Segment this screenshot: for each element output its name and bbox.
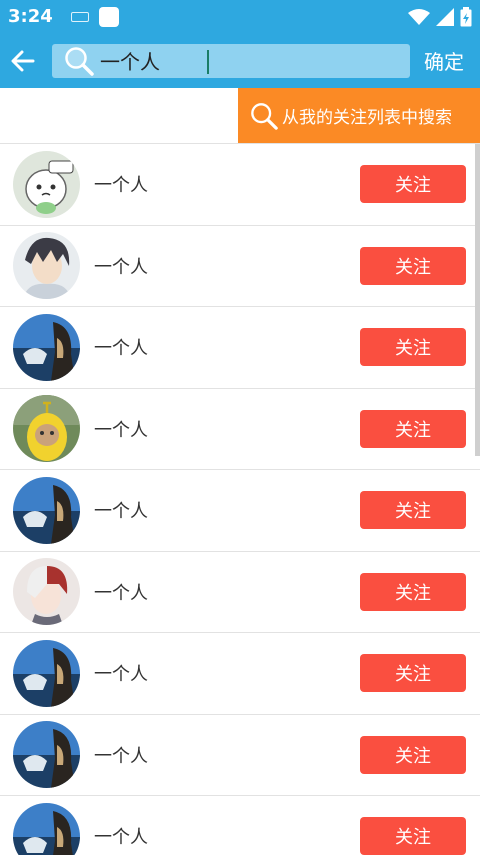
follow-button[interactable]: 关注 (360, 735, 466, 774)
user-name: 一个人 (94, 256, 148, 278)
user-name: 一个人 (94, 419, 148, 441)
sea-scene-avatar-icon[interactable] (13, 313, 80, 381)
wifi-icon (408, 8, 430, 25)
user-name: 一个人 (94, 745, 148, 767)
search-input[interactable] (100, 44, 390, 77)
user-row[interactable]: 一个人 关注 (0, 470, 480, 552)
back-button[interactable] (0, 33, 46, 88)
app-notification-icon (98, 6, 119, 27)
follow-button[interactable]: 关注 (360, 409, 466, 448)
user-row[interactable]: 一个人 关注 (0, 796, 480, 855)
search-users-screen: 3:24 一个人 确定 从我的关注列表中搜索 一个人 关注 一个人 关注 一个人… (0, 0, 480, 855)
sea-scene-avatar-icon[interactable] (13, 476, 80, 544)
user-name: 一个人 (94, 582, 148, 604)
user-name: 一个人 (94, 664, 148, 686)
follow-button[interactable]: 关注 (360, 572, 466, 611)
battery-icon (460, 6, 472, 26)
user-row[interactable]: 一个人 关注 (0, 552, 480, 633)
follow-search-bar: 从我的关注列表中搜索 (0, 88, 480, 144)
user-row[interactable]: 一个人 关注 (0, 715, 480, 796)
search-in-following-label: 从我的关注列表中搜索 (282, 108, 452, 128)
user-row[interactable]: 一个人 关注 (0, 226, 480, 307)
cartoon-egg-avatar-icon[interactable] (13, 150, 80, 218)
status-time: 3:24 (8, 6, 53, 27)
follow-button[interactable]: 关注 (360, 328, 466, 366)
follow-button[interactable]: 关注 (360, 817, 466, 855)
user-row[interactable]: 一个人 关注 (0, 633, 480, 715)
search-icon (65, 46, 94, 76)
follow-button[interactable]: 关注 (360, 654, 466, 692)
user-name: 一个人 (94, 338, 148, 360)
signal-icon (436, 7, 454, 26)
sea-scene-avatar-icon[interactable] (13, 802, 80, 855)
keyboard-icon (70, 11, 89, 22)
search-in-following-button[interactable]: 从我的关注列表中搜索 (238, 88, 480, 143)
scrollbar[interactable] (475, 144, 480, 456)
user-name: 一个人 (94, 827, 148, 849)
search-toolbar: 确定 (0, 33, 480, 88)
search-box (52, 43, 410, 78)
follow-button[interactable]: 关注 (360, 165, 466, 203)
anime-boy-avatar-icon[interactable] (13, 232, 80, 300)
user-name: 一个人 (94, 501, 148, 523)
confirm-button[interactable]: 确定 (424, 46, 464, 75)
follow-button[interactable]: 关注 (360, 491, 466, 529)
user-row[interactable]: 一个人 关注 (0, 144, 480, 226)
user-result-list: 一个人 关注 一个人 关注 一个人 关注 一个人 关注 一个人 关注 一个人 关注 (0, 144, 480, 855)
user-name: 一个人 (94, 175, 148, 197)
user-row[interactable]: 一个人 关注 (0, 307, 480, 389)
sea-scene-avatar-icon[interactable] (13, 639, 80, 707)
back-arrow-icon (11, 50, 35, 71)
text-cursor (207, 49, 209, 74)
user-row[interactable]: 一个人 关注 (0, 389, 480, 470)
status-bar: 3:24 (0, 0, 480, 33)
search-icon (251, 102, 278, 130)
teletubby-avatar-icon[interactable] (13, 395, 80, 463)
status-icons (408, 6, 472, 27)
follow-button[interactable]: 关注 (360, 246, 466, 285)
sea-scene-avatar-icon[interactable] (13, 721, 80, 789)
anime-girl-avatar-icon[interactable] (13, 558, 80, 626)
